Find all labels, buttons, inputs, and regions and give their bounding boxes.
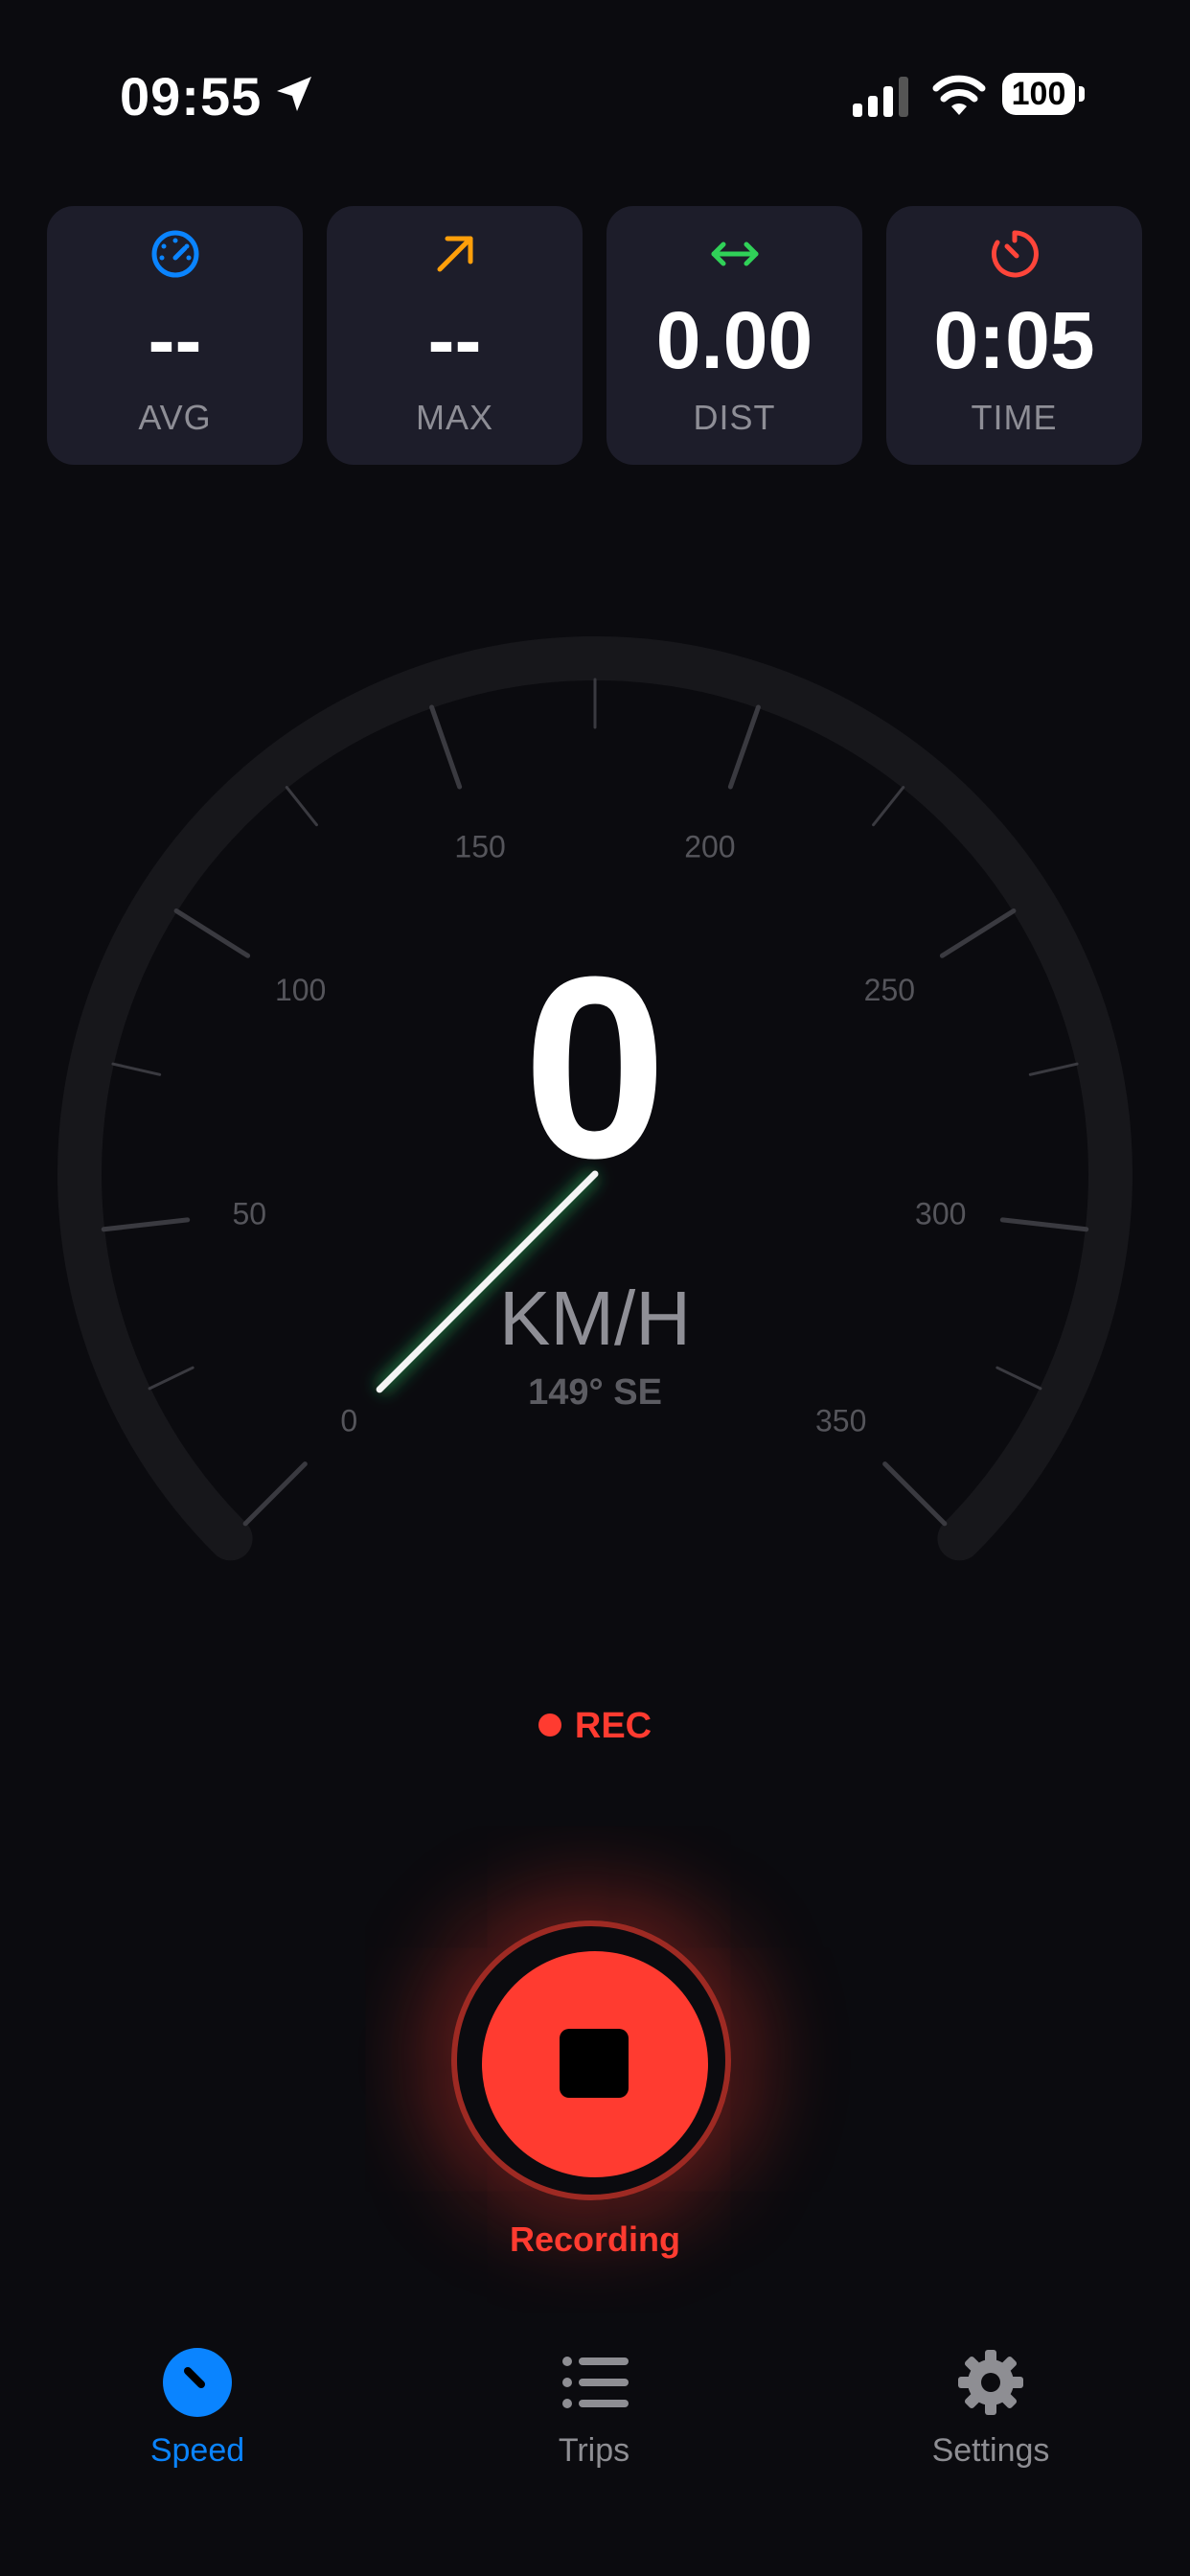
stat-label: TIME — [971, 398, 1058, 437]
speed-unit: KM/H — [499, 1276, 691, 1361]
gauge-scale-label: 200 — [684, 829, 735, 863]
list-icon — [562, 2357, 629, 2408]
battery-percent: 100 — [1011, 76, 1066, 112]
stat-card-avg: -- AVG — [47, 206, 303, 465]
gauge-scale-label: 300 — [915, 1197, 966, 1231]
tab-settings[interactable]: Settings — [876, 2338, 1106, 2472]
gauge-tick — [285, 786, 318, 827]
speedometer-icon — [151, 230, 199, 278]
arrow-left-right-icon — [711, 242, 759, 266]
gauge-scale-label: 150 — [454, 829, 505, 863]
stop-recording-button[interactable] — [451, 1920, 739, 2208]
stat-value: 0:05 — [933, 295, 1095, 385]
current-speed: 0 — [522, 924, 668, 1212]
compass-heading: 149° SE — [528, 1372, 662, 1413]
gauge-tick — [101, 1217, 191, 1232]
stat-value: -- — [427, 295, 482, 385]
stat-label: MAX — [415, 398, 493, 437]
stat-value: 0.00 — [655, 295, 813, 385]
battery-icon: 100 — [1002, 73, 1085, 117]
rec-dot-icon — [538, 1713, 561, 1736]
timer-icon — [991, 230, 1039, 278]
tab-speed[interactable]: Speed — [82, 2338, 312, 2472]
stat-card-time: 0:05 TIME — [886, 206, 1142, 465]
gauge-tick — [242, 1461, 308, 1527]
status-bar: 09:55 100 — [0, 0, 1190, 192]
stat-label: AVG — [138, 398, 212, 437]
status-time: 09:55 — [120, 66, 263, 126]
gauge-tick — [882, 1461, 948, 1527]
stop-icon — [560, 2029, 629, 2098]
rec-label: REC — [574, 1706, 652, 1746]
tab-label: Settings — [931, 2432, 1050, 2469]
gear-icon — [958, 2350, 1023, 2415]
tab-label: Speed — [149, 2432, 245, 2469]
stat-label: DIST — [693, 398, 776, 437]
gauge-tick — [872, 786, 905, 827]
tab-label: Trips — [558, 2432, 630, 2469]
gauge-scale-label: 50 — [232, 1197, 266, 1231]
stat-card-dist: 0.00 DIST — [606, 206, 862, 465]
location-arrow-icon — [277, 77, 311, 111]
gauge-tick — [727, 704, 761, 790]
gauge-tick — [429, 704, 463, 790]
gauge-tick — [999, 1217, 1089, 1232]
recording-indicator: REC — [0, 1706, 1190, 1747]
wifi-icon — [932, 75, 986, 115]
arrow-up-right-icon — [437, 236, 473, 272]
recording-caption: Recording — [509, 2220, 680, 2259]
tab-trips[interactable]: Trips — [479, 2338, 709, 2472]
stat-card-max: -- MAX — [327, 206, 583, 465]
cellular-signal-icon — [853, 77, 908, 117]
speedometer-icon — [163, 2348, 232, 2417]
stat-value: -- — [148, 295, 202, 385]
